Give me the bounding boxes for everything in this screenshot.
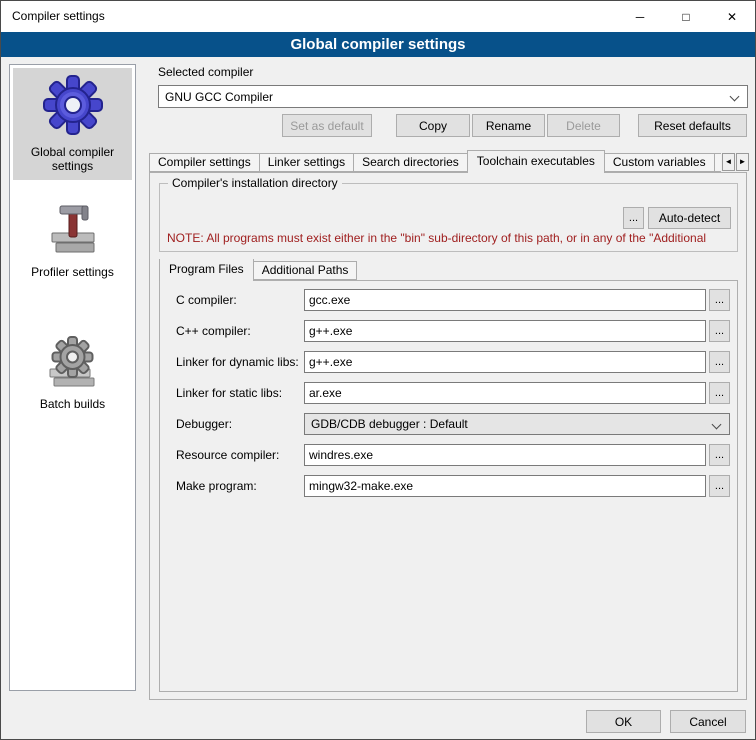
reset-defaults-button[interactable]: Reset defaults — [638, 114, 747, 137]
make-program-input[interactable] — [304, 475, 706, 497]
auto-detect-button[interactable]: Auto-detect — [648, 207, 731, 229]
cancel-button[interactable]: Cancel — [670, 710, 746, 733]
c-compiler-browse-button[interactable]: ... — [709, 289, 730, 311]
gray-gear-icon — [46, 335, 100, 389]
tab-compiler-settings[interactable]: Compiler settings — [149, 153, 260, 172]
sidebar-item-global-compiler-settings[interactable]: Global compiler settings — [13, 68, 132, 180]
c-compiler-label: C compiler: — [176, 293, 237, 307]
cpp-compiler-browse-button[interactable]: ... — [709, 320, 730, 342]
linker-dynamic-browse-button[interactable]: ... — [709, 351, 730, 373]
set-as-default-button[interactable]: Set as default — [282, 114, 372, 137]
titlebar: Compiler settings ─ □ ✕ — [1, 1, 755, 32]
maximize-button[interactable]: □ — [663, 1, 709, 32]
close-button[interactable]: ✕ — [709, 1, 755, 32]
linker-static-input[interactable] — [304, 382, 706, 404]
sidebar-item-label: Batch builds — [40, 397, 105, 411]
make-program-browse-button[interactable]: ... — [709, 475, 730, 497]
subtab-additional-paths[interactable]: Additional Paths — [253, 261, 358, 280]
chevron-down-icon — [712, 420, 722, 430]
resource-compiler-label: Resource compiler: — [176, 448, 279, 462]
make-program-label: Make program: — [176, 479, 257, 493]
profiler-tool-icon — [46, 203, 100, 257]
window-title: Compiler settings — [12, 1, 105, 32]
files-subtabstrip: Program Files Additional Paths — [159, 259, 459, 281]
install-dir-group-label: Compiler's installation directory — [168, 176, 342, 190]
selected-compiler-label: Selected compiler — [158, 65, 253, 79]
tab-scroll-left-button[interactable]: ◄ — [722, 153, 735, 171]
minimize-button[interactable]: ─ — [617, 1, 663, 32]
install-dir-browse-button[interactable]: ... — [623, 207, 644, 229]
subtab-program-files[interactable]: Program Files — [159, 259, 254, 281]
compiler-tabstrip: Compiler settings Linker settings Search… — [149, 150, 721, 173]
settings-category-sidebar: Global compiler settings Profiler settin… — [9, 64, 136, 691]
tab-build-options[interactable]: Build options — [714, 153, 721, 172]
linker-dynamic-input[interactable] — [304, 351, 706, 373]
tab-linker-settings[interactable]: Linker settings — [259, 153, 354, 172]
install-dir-note: NOTE: All programs must exist either in … — [167, 231, 737, 245]
delete-button[interactable]: Delete — [547, 114, 620, 137]
rename-button[interactable]: Rename — [472, 114, 545, 137]
copy-button[interactable]: Copy — [396, 114, 470, 137]
chevron-down-icon — [730, 92, 740, 102]
linker-dynamic-label: Linker for dynamic libs: — [176, 355, 299, 369]
tab-scroll-right-button[interactable]: ► — [736, 153, 749, 171]
debugger-select-value: GDB/CDB debugger : Default — [311, 417, 468, 431]
window-controls: ─ □ ✕ — [617, 1, 755, 32]
compiler-select[interactable]: GNU GCC Compiler — [158, 85, 748, 108]
ok-button[interactable]: OK — [586, 710, 661, 733]
resource-compiler-browse-button[interactable]: ... — [709, 444, 730, 466]
compiler-settings-window: Compiler settings ─ □ ✕ Global compiler … — [0, 0, 756, 740]
dialog-header: Global compiler settings — [1, 32, 755, 57]
c-compiler-input[interactable] — [304, 289, 706, 311]
linker-static-browse-button[interactable]: ... — [709, 382, 730, 404]
sidebar-item-label: Profiler settings — [31, 265, 114, 279]
cpp-compiler-label: C++ compiler: — [176, 324, 251, 338]
blue-gear-icon — [41, 73, 105, 137]
tab-custom-variables[interactable]: Custom variables — [604, 153, 715, 172]
tab-search-directories[interactable]: Search directories — [353, 153, 468, 172]
cpp-compiler-input[interactable] — [304, 320, 706, 342]
debugger-select[interactable]: GDB/CDB debugger : Default — [304, 413, 730, 435]
sidebar-item-profiler-settings[interactable]: Profiler settings — [13, 198, 132, 286]
linker-static-label: Linker for static libs: — [176, 386, 282, 400]
tab-toolchain-executables[interactable]: Toolchain executables — [467, 150, 605, 173]
compiler-select-value: GNU GCC Compiler — [165, 90, 273, 104]
sidebar-item-batch-builds[interactable]: Batch builds — [13, 330, 132, 418]
sidebar-item-label: Global compiler settings — [15, 145, 130, 173]
debugger-label: Debugger: — [176, 417, 232, 431]
resource-compiler-input[interactable] — [304, 444, 706, 466]
